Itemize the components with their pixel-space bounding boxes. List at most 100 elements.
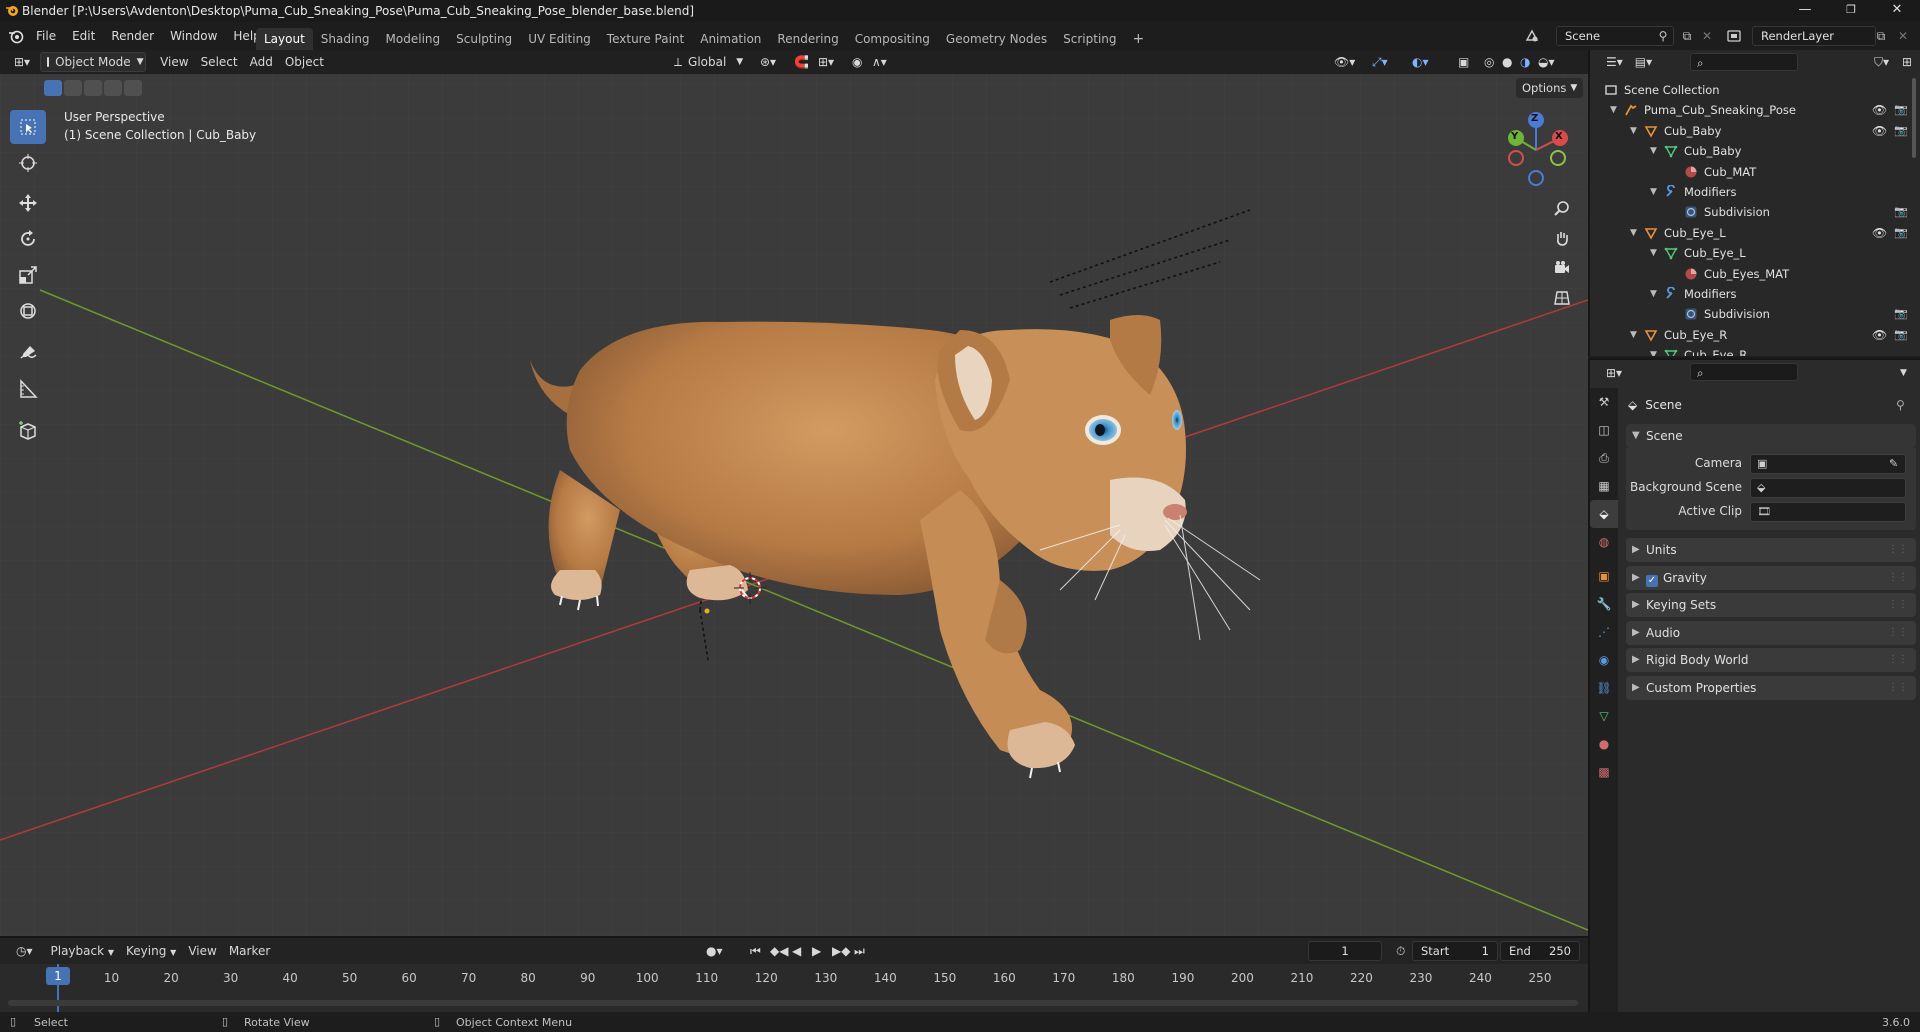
xray-icon[interactable]: ▣ [1452,52,1475,72]
outliner-row[interactable]: Cub_Eyes_MAT [1590,264,1920,284]
drag-handle-icon[interactable]: ⋮⋮ [1888,648,1908,672]
outliner-row[interactable]: ▼ Cub_Eye_R [1590,345,1920,356]
maximize-button[interactable]: ❐ [1828,0,1874,22]
pan-hand-icon[interactable] [1548,224,1576,252]
visibility-icon[interactable]: 👁▾ [1328,52,1361,72]
overlays-toggle-icon[interactable]: ◐▾ [1406,52,1435,72]
outliner-row[interactable]: Subdivision 📷 [1590,304,1920,324]
timeline-area[interactable]: 10 20 30 40 50 60 70 80 90 100 110 120 130 140 150 160 1… [0,964,1588,1012]
tab-uv-editing[interactable]: UV Editing [520,28,599,50]
expand-chevron-icon[interactable]: ▼ [1630,223,1637,243]
minimize-button[interactable]: — [1782,0,1828,22]
playhead-frame[interactable]: 1 [46,967,70,985]
menu-select[interactable]: Select [195,52,244,72]
scale-tool[interactable] [10,258,46,292]
pin-icon[interactable]: ⚲ [1652,26,1674,46]
select-new-icon[interactable] [44,80,62,96]
new-scene-icon[interactable]: ⧉ [1676,26,1698,46]
pin-icon[interactable]: ⚲ [1896,398,1905,412]
gizmo-toggle-icon[interactable]: ⤢▾ [1366,52,1394,72]
camera-icon[interactable]: 📷 [1894,202,1908,222]
expand-chevron-icon[interactable]: ▼ [1650,243,1657,263]
cursor-tool[interactable] [10,146,46,180]
editor-type-icon[interactable]: ⊞▾ [8,52,36,72]
modifier-tab-icon[interactable]: 🔧 [1590,590,1618,618]
select-intersect-icon[interactable] [124,80,142,96]
camera-view-icon[interactable] [1548,254,1576,282]
eye-icon[interactable]: 👁 [1872,325,1887,345]
outliner-row[interactable]: ▼ Modifiers [1590,182,1920,202]
drag-handle-icon[interactable]: ⋮⋮ [1888,566,1908,590]
select-extend-icon[interactable] [64,80,82,96]
camera-field[interactable]: ▣ ✎ [1750,454,1906,474]
eye-icon[interactable]: 👁 [1872,100,1887,120]
outliner-row[interactable]: Scene Collection [1590,80,1920,100]
drag-handle-icon[interactable]: ⋮⋮ [1888,676,1908,700]
select-box-tool[interactable] [10,110,46,144]
outliner-editor-type-icon[interactable]: ☰▾ [1600,52,1629,72]
properties-search-input[interactable]: ⌕ [1690,363,1798,381]
options-button[interactable]: Options ▼ [1516,78,1584,98]
camera-icon[interactable]: 📷 [1894,100,1908,120]
select-subtract-icon[interactable] [84,80,102,96]
menu-add[interactable]: Add [244,52,279,72]
view-layer-tab-icon[interactable]: ▦ [1590,472,1618,500]
add-cube-tool[interactable] [10,414,46,448]
outliner-row[interactable]: Cub_MAT [1590,162,1920,182]
panel-keying-sets[interactable]: ▶ Keying Sets ⋮⋮ [1626,593,1916,617]
3d-viewport[interactable]: ⊞▾ Object Mode ▼ View Select Add Object … [0,50,1588,936]
properties-editor-type-icon[interactable]: ⊞▾ [1600,363,1628,383]
expand-chevron-icon[interactable]: ▼ [1650,284,1657,304]
outliner-row[interactable]: ▼ Cub_Eye_L [1590,243,1920,263]
gravity-checkbox[interactable]: ✓ [1646,574,1658,587]
menu-render[interactable]: Render [103,22,162,50]
material-tab-icon[interactable]: ● [1590,730,1618,758]
physics-tab-icon[interactable]: ◉ [1590,646,1618,674]
tab-modeling[interactable]: Modeling [378,28,449,50]
outliner-row[interactable]: ▼ Modifiers [1590,284,1920,304]
outliner-scrollbar[interactable] [1912,78,1916,158]
close-button[interactable]: ✕ [1874,0,1920,22]
renderlayer-field[interactable]: RenderLayer [1752,26,1876,46]
outliner-row[interactable]: ▼ Cub_Eye_L 👁 📷 [1590,223,1920,243]
snap-target-icon[interactable]: ⊞▾ [812,52,840,72]
outliner-search-input[interactable]: ⌕ [1690,53,1798,71]
move-tool[interactable] [10,186,46,220]
properties-options-icon[interactable]: ▼ [1894,363,1913,383]
perspective-toggle-icon[interactable] [1548,284,1576,312]
eye-icon[interactable]: 👁 [1872,121,1887,141]
eyedropper-icon[interactable]: ✎ [1889,457,1898,470]
constraints-tab-icon[interactable]: ⛓ [1590,674,1618,702]
expand-chevron-icon[interactable]: ▼ [1630,325,1637,345]
delete-renderlayer-icon[interactable]: ✕ [1892,26,1914,46]
mode-dropdown[interactable]: Object Mode ▼ [40,52,147,72]
scene-section-header[interactable]: ▼ Scene [1626,424,1916,448]
add-workspace-button[interactable]: + [1125,28,1153,50]
panel-audio[interactable]: ▶ Audio ⋮⋮ [1626,620,1916,645]
snap-icon[interactable]: 🧲 [788,52,815,72]
expand-chevron-icon[interactable]: ▼ [1650,182,1657,202]
measure-tool[interactable] [10,372,46,406]
outliner-row[interactable]: ▼ Cub_Baby 👁 📷 [1590,121,1920,141]
expand-chevron-icon[interactable]: ▼ [1650,141,1657,161]
active-clip-field[interactable]: 🎞 [1750,502,1906,522]
outliner-row[interactable]: Subdivision 📷 [1590,202,1920,222]
object-tab-icon[interactable]: ▣ [1590,562,1618,590]
eye-icon[interactable]: 👁 [1872,223,1887,243]
menu-edit[interactable]: Edit [64,22,103,50]
renderlayer-icon[interactable] [1726,28,1742,47]
scene-tab-icon[interactable]: ⬙ [1590,500,1618,528]
select-invert-icon[interactable] [104,80,122,96]
tab-animation[interactable]: Animation [692,28,769,50]
world-tab-icon[interactable]: ◍ [1590,528,1618,556]
tab-scripting[interactable]: Scripting [1055,28,1124,50]
drag-handle-icon[interactable]: ⋮⋮ [1888,593,1908,617]
menu-window[interactable]: Window [162,22,225,50]
tab-layout[interactable]: Layout [256,28,313,50]
panel-gravity[interactable]: ▶ ✓ Gravity ⋮⋮ [1626,565,1916,590]
delete-scene-icon[interactable]: ✕ [1696,26,1718,46]
camera-icon[interactable]: 📷 [1894,223,1908,243]
outliner-row[interactable]: ▼ Cub_Baby [1590,141,1920,161]
expand-chevron-icon[interactable]: ▼ [1630,121,1637,141]
rendered-shading-icon[interactable]: ◒▾ [1532,52,1561,72]
